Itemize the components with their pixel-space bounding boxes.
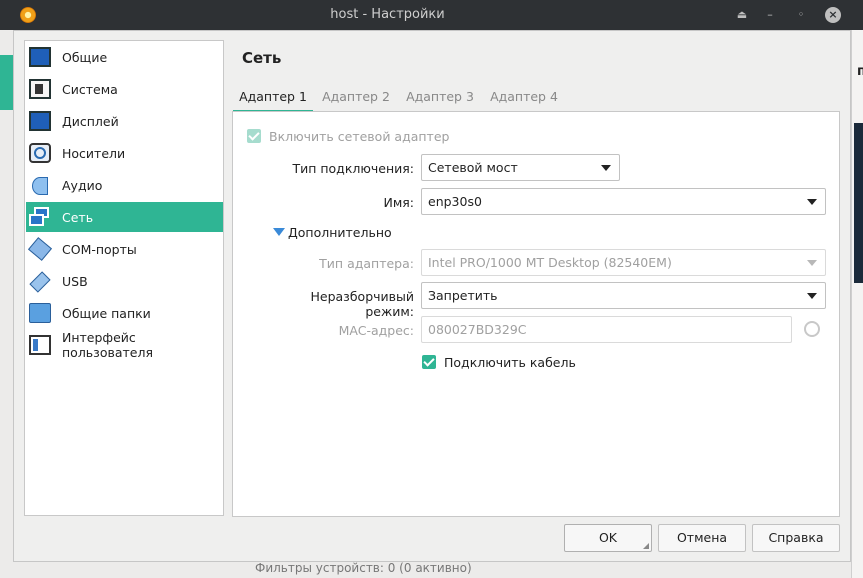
background-app-bottom: Фильтры устройств: 0 (0 активно): [255, 560, 855, 578]
title-bar: host - Настройки ⏏ – ◦ ×: [0, 0, 863, 30]
page-title: Сеть: [242, 49, 282, 67]
mac-address-field[interactable]: 080027BD329C: [421, 316, 792, 343]
minimize-icon[interactable]: –: [762, 7, 778, 23]
background-app-letter: п: [857, 64, 863, 79]
background-app-strip: [0, 55, 13, 110]
sidebar-item-label: Аудио: [62, 177, 103, 193]
storage-disc-icon: [29, 143, 51, 163]
enable-adapter-label: Включить сетевой адаптер: [269, 129, 450, 144]
sidebar-item-label: Сеть: [62, 209, 94, 225]
sidebar-item-label: Носители: [62, 145, 126, 161]
sidebar-item-shared-folders[interactable]: Общие папки: [26, 298, 223, 328]
expand-triangle-icon[interactable]: [273, 228, 285, 236]
usb-icon: [29, 271, 51, 291]
close-icon[interactable]: ×: [825, 7, 841, 23]
sidebar-item-system[interactable]: Система: [26, 74, 223, 104]
background-app-preview: [854, 123, 863, 283]
shared-folder-icon: [29, 303, 51, 323]
adapter-type-value: Intel PRO/1000 MT Desktop (82540EM): [428, 255, 672, 270]
promiscuous-mode-value: Запретить: [428, 288, 498, 303]
maximize-icon[interactable]: ◦: [793, 7, 809, 23]
sidebar-item-user-interface[interactable]: Интерфейс пользователя: [26, 330, 223, 360]
sidebar-item-network[interactable]: Сеть: [26, 202, 223, 232]
network-icon: [29, 207, 51, 227]
window-title: host - Настройки: [330, 7, 445, 22]
display-icon: [29, 111, 51, 131]
settings-sidebar: Общие Система Дисплей Носители Аудио Сет…: [24, 40, 224, 516]
adapter-type-select[interactable]: Intel PRO/1000 MT Desktop (82540EM): [421, 249, 826, 276]
sidebar-item-storage[interactable]: Носители: [26, 138, 223, 168]
sidebar-item-display[interactable]: Дисплей: [26, 106, 223, 136]
background-app-panel: п: [851, 30, 863, 578]
promiscuous-mode-select[interactable]: Запретить: [421, 282, 826, 309]
tab-adapter-2[interactable]: Адаптер 2: [317, 85, 395, 110]
motherboard-icon: [29, 79, 51, 99]
mac-address-label: MAC-адрес:: [338, 323, 414, 338]
sidebar-item-usb[interactable]: USB: [26, 266, 223, 296]
tab-adapter-3[interactable]: Адаптер 3: [401, 85, 479, 110]
sidebar-item-label: Общие папки: [62, 305, 151, 321]
sidebar-item-label: Общие: [62, 49, 108, 65]
background-app-filter-text: Фильтры устройств: 0 (0 активно): [255, 561, 472, 575]
refresh-mac-icon[interactable]: [804, 321, 820, 337]
chevron-down-icon: [601, 165, 611, 171]
attachment-type-value: Сетевой мост: [428, 160, 518, 175]
adapter-name-label: Имя:: [383, 195, 414, 210]
cable-connected-label: Подключить кабель: [444, 355, 576, 370]
sidebar-item-general[interactable]: Общие: [26, 42, 223, 72]
sidebar-item-label: COM-порты: [62, 241, 137, 257]
speaker-icon: [29, 175, 51, 195]
chevron-down-icon: [807, 199, 817, 205]
sidebar-item-label: Система: [62, 81, 118, 97]
advanced-toggle[interactable]: Дополнительно: [288, 225, 392, 240]
sidebar-item-serial-ports[interactable]: COM-порты: [26, 234, 223, 264]
chevron-down-icon: [807, 293, 817, 299]
ok-button[interactable]: OK: [564, 524, 652, 552]
sidebar-item-label: USB: [62, 273, 88, 289]
cable-connected-checkbox[interactable]: [422, 355, 436, 369]
adapter-name-value: enp30s0: [428, 194, 482, 209]
attachment-type-label: Тип подключения:: [292, 161, 414, 176]
attachment-type-select[interactable]: Сетевой мост: [421, 154, 620, 181]
mac-address-value: 080027BD329C: [428, 322, 527, 337]
adapter-name-select[interactable]: enp30s0: [421, 188, 826, 215]
sidebar-item-audio[interactable]: Аудио: [26, 170, 223, 200]
monitor-icon: [29, 47, 51, 67]
tab-adapter-4[interactable]: Адаптер 4: [485, 85, 563, 110]
serial-port-icon: [29, 239, 51, 259]
user-interface-icon: [29, 335, 51, 355]
keep-above-icon[interactable]: ⏏: [734, 7, 750, 23]
chevron-down-icon: [807, 260, 817, 266]
cancel-button[interactable]: Отмена: [658, 524, 746, 552]
sidebar-item-label: Интерфейс пользователя: [62, 330, 153, 360]
adapter-type-label: Тип адаптера:: [319, 256, 414, 271]
sidebar-item-label: Дисплей: [62, 113, 119, 129]
promiscuous-mode-label: Неразборчивый режим:: [310, 289, 415, 319]
help-button[interactable]: Справка: [752, 524, 840, 552]
tab-adapter-1[interactable]: Адаптер 1: [233, 85, 313, 112]
enable-adapter-checkbox[interactable]: [247, 129, 261, 143]
